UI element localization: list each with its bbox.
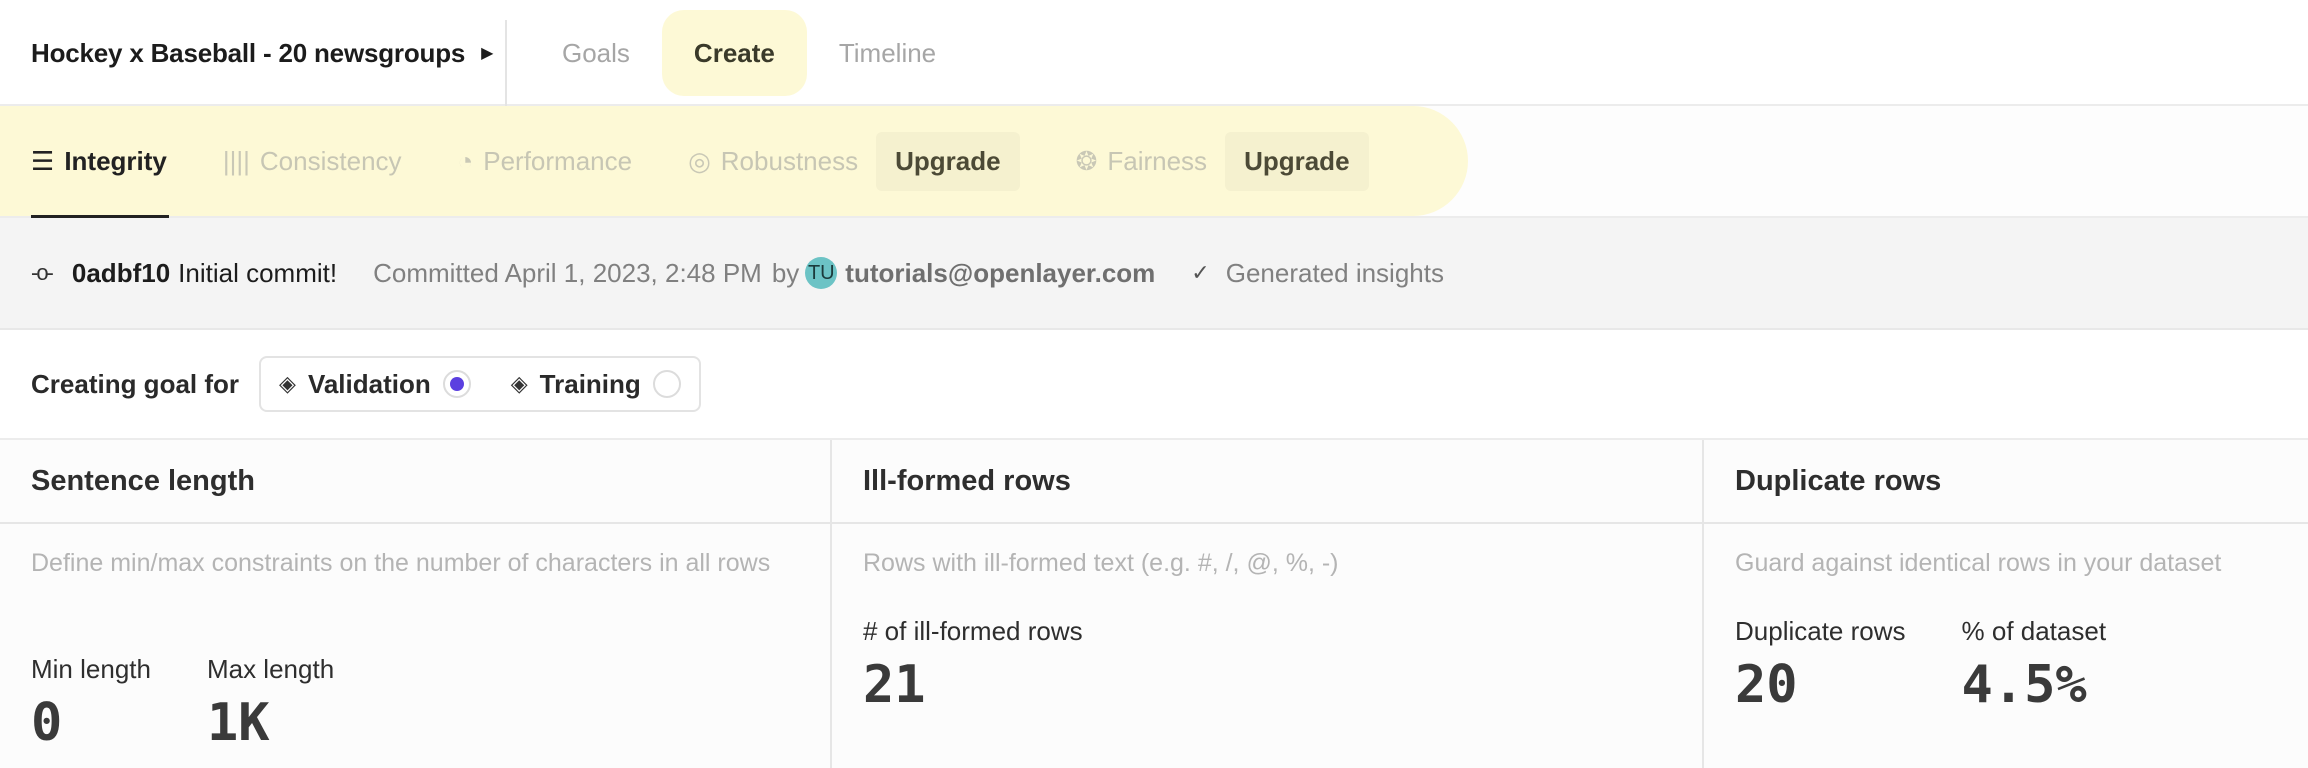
tab-fairness-label: Fairness — [1107, 145, 1208, 176]
tab-create[interactable]: Create — [661, 10, 807, 116]
card-ill-formed-rows[interactable]: Ill-formed rows Rows with ill-formed tex… — [832, 440, 1704, 768]
commit-bar: -o- 0adbf10 Initial commit! Committed Ap… — [0, 218, 2308, 330]
tab-performance[interactable]: ◔ Performance — [458, 106, 633, 216]
commit-date: Committed April 1, 2023, 2:48 PM — [373, 257, 762, 288]
goal-cards: Sentence length Define min/max constrain… — [0, 440, 2308, 768]
metric-min-length: Min length 0 — [31, 654, 151, 753]
metric-label: % of dataset — [1961, 616, 2107, 646]
target-icon: ◎ — [688, 145, 711, 176]
card-sentence-length[interactable]: Sentence length Define min/max constrain… — [0, 440, 832, 768]
metric-value: 21 — [863, 655, 926, 715]
metric-value: 4.5% — [1961, 655, 2087, 715]
layers-icon: ◈ — [279, 371, 296, 396]
check-icon: ✓ — [1191, 260, 1210, 285]
wheel-icon: ❂ — [1075, 145, 1098, 176]
tab-integrity-label: Integrity — [64, 145, 167, 176]
caret-right-icon: ▶ — [481, 45, 494, 62]
option-training-label: Training — [539, 368, 641, 399]
card-metrics: Min length 0 Max length 1K — [0, 654, 390, 753]
creating-goal-label: Creating goal for — [31, 368, 240, 399]
layers-icon: ◈ — [510, 371, 528, 396]
metric-label: # of ill-formed rows — [863, 616, 1083, 646]
metric-label: Duplicate rows — [1735, 616, 1906, 646]
tab-goals[interactable]: Goals — [530, 10, 662, 96]
validation-radio[interactable] — [442, 370, 471, 398]
goal-dataset-selector-row: Creating goal for ◈ Validation ◈ Trainin… — [0, 330, 2308, 440]
card-duplicate-rows[interactable]: Duplicate rows Guard against identical r… — [1704, 440, 2308, 768]
card-description: Define min/max constraints on the number… — [31, 549, 771, 577]
metric-value: 0 — [31, 693, 63, 753]
project-selector[interactable]: Hockey x Baseball - 20 newsgroups ▶ — [31, 0, 493, 106]
list-icon: ☰ — [31, 145, 55, 176]
pie-icon: ◔ — [457, 145, 474, 176]
tab-robustness-label: Robustness — [720, 145, 859, 176]
top-bar: Hockey x Baseball - 20 newsgroups ▶ Goal… — [0, 0, 2308, 116]
card-title: Sentence length — [0, 440, 830, 524]
tab-performance-label: Performance — [483, 145, 633, 176]
metric-max-length: Max length 1K — [207, 654, 334, 753]
main-nav: Goals Create Timeline — [530, 0, 968, 116]
training-radio[interactable] — [652, 370, 681, 398]
project-title: Hockey x Baseball - 20 newsgroups — [31, 37, 466, 68]
option-training[interactable]: ◈ Training — [511, 369, 681, 400]
dataset-toggle: ◈ Validation ◈ Training — [259, 356, 701, 412]
upgrade-button[interactable]: Upgrade — [1225, 131, 1369, 191]
tab-robustness[interactable]: ◎ Robustness Upgrade — [688, 106, 1020, 216]
metric-label: Max length — [206, 654, 335, 684]
generated-insights-status: Generated insights — [1225, 257, 1444, 288]
card-metrics: # of ill-formed rows 21 — [832, 616, 1139, 715]
commit-icon: -o- — [31, 260, 54, 285]
metric-percent-of-dataset: % of dataset 4.5% — [1962, 616, 2107, 715]
commit-hash[interactable]: 0adbf10 — [72, 258, 170, 289]
upgrade-button[interactable]: Upgrade — [876, 131, 1020, 191]
commit-message: Initial commit! — [178, 257, 338, 288]
author-email: tutorials@openlayer.com — [845, 257, 1156, 288]
tab-consistency[interactable]: |||| Consistency — [223, 106, 402, 216]
divider — [505, 20, 507, 106]
avatar: TU — [805, 257, 838, 289]
metric-ill-formed-count: # of ill-formed rows 21 — [863, 616, 1083, 715]
tab-fairness[interactable]: ❂ Fairness Upgrade — [1076, 106, 1369, 216]
option-validation[interactable]: ◈ Validation — [279, 369, 471, 400]
metric-duplicate-rows: Duplicate rows 20 — [1735, 616, 1906, 715]
columns-icon: |||| — [222, 145, 250, 176]
card-title: Ill-formed rows — [832, 440, 1702, 524]
metric-label: Min length — [31, 654, 151, 684]
card-title: Duplicate rows — [1704, 440, 2308, 524]
by-label: by — [771, 257, 800, 288]
card-metrics: Duplicate rows 20 % of dataset 4.5% — [1704, 616, 2162, 715]
card-description: Guard against identical rows in your dat… — [1735, 549, 2222, 577]
tab-integrity[interactable]: ☰ Integrity — [31, 106, 169, 218]
insight-tabs-bar: ☰ Integrity |||| Consistency ◔ Performan… — [0, 106, 2308, 218]
metric-value: 1K — [206, 693, 270, 753]
tab-consistency-label: Consistency — [259, 145, 402, 176]
tab-timeline[interactable]: Timeline — [807, 10, 968, 96]
metric-value: 20 — [1735, 655, 1798, 715]
card-description: Rows with ill-formed text (e.g. #, /, @,… — [863, 549, 1339, 577]
option-validation-label: Validation — [307, 368, 431, 399]
